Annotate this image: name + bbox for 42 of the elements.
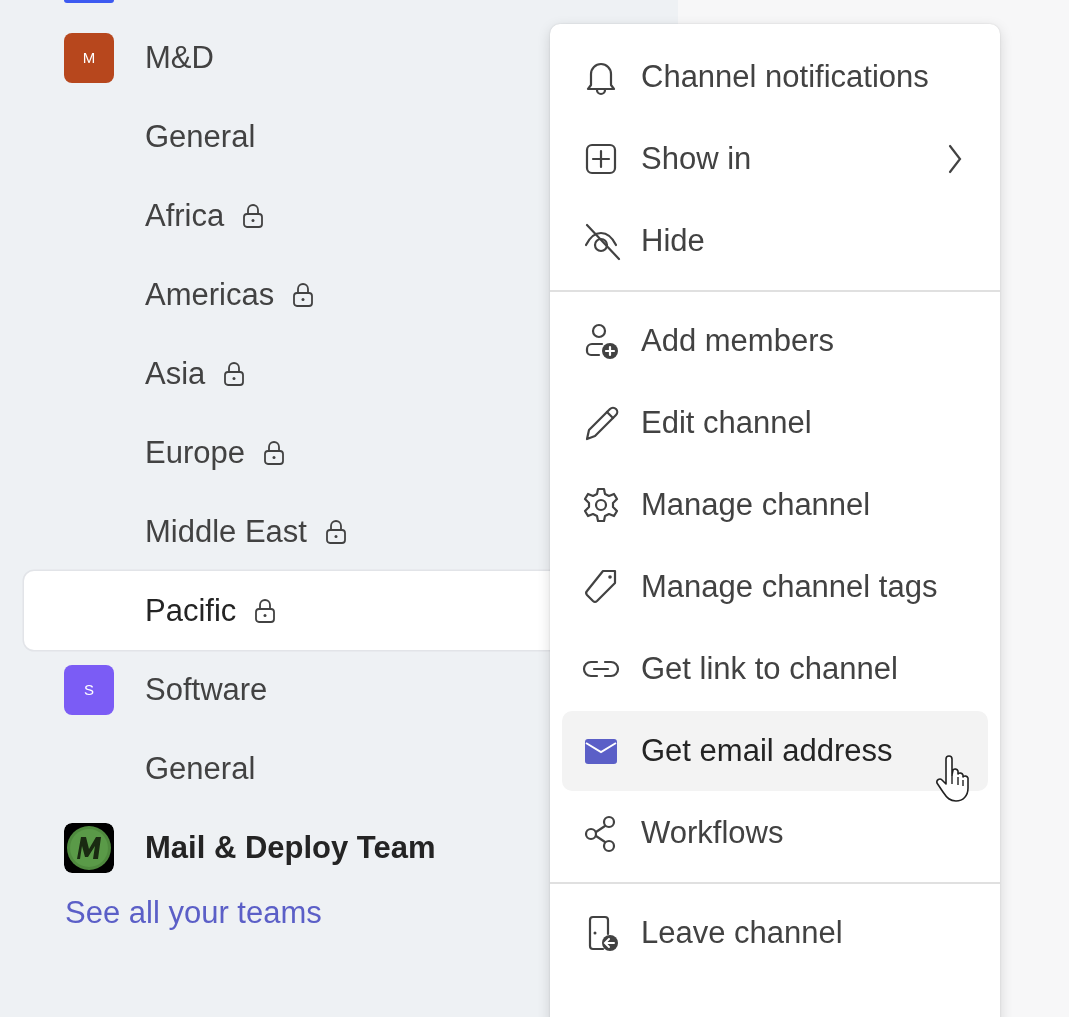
menu-item-label: Edit channel	[641, 405, 813, 441]
channel-name: Middle East	[145, 513, 307, 550]
channel-name: Asia	[145, 355, 206, 392]
menu-item-label: Workflows	[641, 815, 785, 851]
hand-cursor-icon	[935, 755, 971, 803]
channel-item[interactable]: Americas	[24, 255, 526, 334]
menu-item[interactable]: Manage channel	[562, 465, 988, 545]
menu-item-label: Show in	[641, 141, 753, 177]
gear-icon	[581, 485, 621, 525]
channel-name: Pacific	[145, 592, 237, 629]
menu-item[interactable]: Workflows	[562, 793, 988, 873]
see-all-teams-link[interactable]: See all your teams	[65, 895, 322, 931]
menu-item-label: Manage channel	[641, 487, 872, 523]
menu-item-label: Get email address	[641, 733, 894, 769]
channel-item[interactable]: Africa	[24, 176, 526, 255]
menu-item-label: Get link to channel	[641, 651, 899, 687]
team-name[interactable]: Software	[145, 671, 268, 708]
channel-item[interactable]: General	[24, 97, 526, 176]
channel-name: General	[145, 118, 256, 155]
menu-item[interactable]: Show in	[562, 119, 988, 199]
menu-item[interactable]: Leave channel	[562, 893, 988, 973]
menu-item[interactable]: Channel notifications	[562, 37, 988, 117]
menu-item-label: Channel notifications	[641, 59, 930, 95]
menu-item[interactable]: Edit channel	[562, 383, 988, 463]
menu-item-label: Add members	[641, 323, 835, 359]
menu-item-label: Hide	[641, 223, 706, 259]
team-name[interactable]: M&D	[145, 39, 214, 76]
menu-item[interactable]: Hide	[562, 201, 988, 281]
channel-name: Africa	[145, 197, 225, 234]
team-avatar: S	[64, 664, 114, 715]
channel-item[interactable]: General	[24, 729, 526, 808]
team-avatar: M	[64, 32, 114, 83]
channel-item[interactable]: Europe	[24, 413, 526, 492]
channel-name: Americas	[145, 276, 275, 313]
channel-item[interactable]: Asia	[24, 334, 526, 413]
channel-name: Europe	[145, 434, 245, 471]
channel-item[interactable]: Middle East	[24, 492, 526, 571]
channel-name: General	[145, 750, 256, 787]
team-name[interactable]: Mail & Deploy Team	[145, 829, 436, 866]
team-logo-icon	[64, 822, 114, 873]
menu-item-label: Leave channel	[641, 915, 844, 951]
menu-item[interactable]: Add members	[562, 301, 988, 381]
